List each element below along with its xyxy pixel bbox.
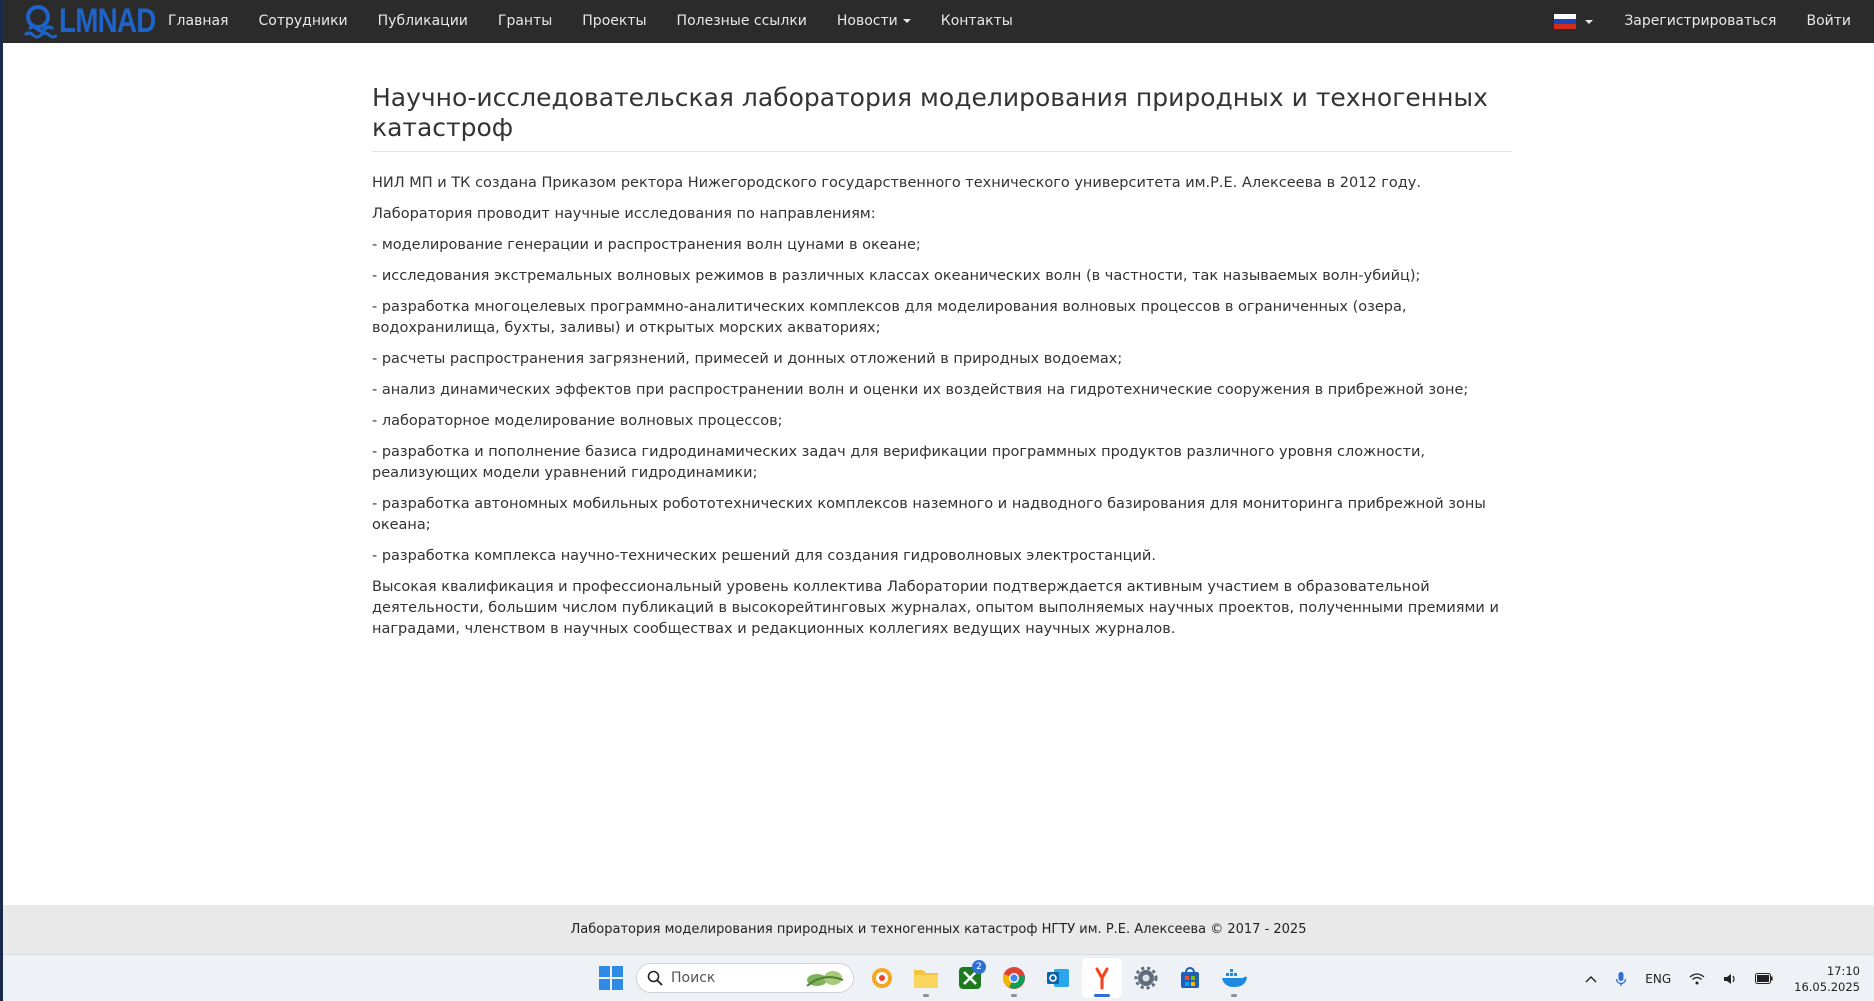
nav-publications[interactable]: Публикации (363, 0, 483, 43)
list-item: - разработка многоцелевых программно-ана… (372, 299, 1407, 336)
navbar-right: Зарегистрироваться Войти (1544, 0, 1874, 43)
list-item: - анализ динамических эффектов при распр… (372, 382, 1469, 398)
caret-down-icon (902, 19, 911, 23)
file-explorer-icon (914, 970, 938, 988)
yandex-browser-icon (1095, 967, 1109, 990)
list-item: - моделирование генерации и распростране… (372, 237, 921, 253)
list-item: - разработка и пополнение базиса гидроди… (372, 444, 1426, 481)
nav-home[interactable]: Главная (153, 0, 243, 43)
page-footer: Лаборатория моделирования природных и те… (3, 905, 1874, 954)
store-icon (1181, 967, 1199, 988)
volume-icon[interactable] (1723, 973, 1737, 985)
start-button[interactable] (594, 961, 628, 995)
list-item: - разработка комплекса научно-технически… (372, 548, 1156, 564)
store-button[interactable] (1170, 958, 1210, 998)
system-tray: ENG 17:10 16.05.2025 (1576, 955, 1874, 1001)
chrome-button[interactable] (994, 958, 1034, 998)
yandex-browser-button[interactable] (1082, 958, 1122, 998)
search-icon (647, 970, 663, 986)
running-indicator (923, 994, 929, 997)
nav-staff[interactable]: Сотрудники (243, 0, 362, 43)
logo-wave-icon (23, 4, 57, 38)
browser-page: LMNAD Главная Сотрудники Публикации Гран… (0, 0, 1874, 1001)
logo-text: LMNAD (59, 2, 156, 40)
list-item: - исследования экстремальных волновых ре… (372, 268, 1421, 284)
search-highlight-icon (806, 971, 844, 987)
outlook-icon (1047, 969, 1069, 987)
clock-date: 16.05.2025 (1794, 979, 1860, 994)
running-indicator (1094, 994, 1110, 997)
nav-contacts[interactable]: Контакты (926, 0, 1028, 43)
content-paragraphs: НИЛ МП и ТК создана Приказом ректора Ниж… (372, 173, 1512, 640)
docker-button[interactable] (1214, 958, 1254, 998)
file-explorer-button[interactable] (906, 958, 946, 998)
nav-news-dropdown[interactable]: Новости (822, 0, 926, 43)
music-app-button[interactable] (862, 958, 902, 998)
list-item: - лабораторное моделирование волновых пр… (372, 413, 783, 429)
top-navbar: LMNAD Главная Сотрудники Публикации Гран… (3, 0, 1874, 43)
nav-projects[interactable]: Проекты (567, 0, 661, 43)
clock-time: 17:10 (1826, 963, 1860, 978)
running-indicator (1231, 994, 1237, 997)
nav-news-label: Новости (836, 13, 898, 29)
main-content: Научно-исследовательская лаборатория мод… (372, 83, 1512, 650)
xbox-button[interactable]: 2 (950, 958, 990, 998)
docker-icon (1222, 969, 1247, 987)
page-title: Научно-исследовательская лаборатория мод… (372, 83, 1512, 152)
site-logo[interactable]: LMNAD (23, 0, 156, 43)
settings-button[interactable] (1126, 958, 1166, 998)
register-link[interactable]: Зарегистрироваться (1609, 0, 1791, 43)
footer-copyright: Лаборатория моделирования природных и те… (570, 922, 1307, 937)
windows-taskbar: Поиск 2 ENG 17:10 16.05.2025 (3, 954, 1874, 1001)
list-item: - разработка автономных мобильных робото… (372, 496, 1486, 533)
nav-useful-links[interactable]: Полезные ссылки (662, 0, 822, 43)
list-item: - расчеты распространения загрязнений, п… (372, 351, 1123, 367)
notification-badge: 2 (972, 960, 986, 974)
caret-down-icon (1585, 19, 1594, 24)
login-link[interactable]: Войти (1791, 0, 1866, 43)
system-clock[interactable]: 17:10 16.05.2025 (1794, 963, 1860, 995)
music-app-icon (872, 968, 892, 988)
chrome-icon (1002, 967, 1025, 989)
windows-start-icon (599, 966, 623, 990)
battery-icon[interactable] (1755, 973, 1773, 984)
running-indicator (1011, 994, 1017, 997)
taskbar-search[interactable]: Поиск (636, 963, 854, 993)
taskbar-center: Поиск 2 (594, 958, 1256, 998)
paragraph-directions-heading: Лаборатория проводит научные исследовани… (372, 206, 876, 222)
outlook-button[interactable] (1038, 958, 1078, 998)
search-placeholder: Поиск (671, 970, 716, 986)
language-dropdown[interactable] (1544, 14, 1609, 29)
chevron-up-icon[interactable] (1585, 975, 1597, 983)
wifi-icon[interactable] (1689, 972, 1705, 985)
paragraph-conclusion: Высокая квалификация и профессиональный … (372, 579, 1499, 637)
language-indicator[interactable]: ENG (1645, 972, 1671, 986)
paragraph-intro: НИЛ МП и ТК создана Приказом ректора Ниж… (372, 175, 1421, 191)
main-nav: Главная Сотрудники Публикации Гранты Про… (153, 0, 1028, 43)
nav-grants[interactable]: Гранты (483, 0, 567, 43)
gear-icon (1134, 966, 1158, 990)
russia-flag-icon (1554, 14, 1577, 29)
microphone-icon[interactable] (1615, 971, 1627, 987)
